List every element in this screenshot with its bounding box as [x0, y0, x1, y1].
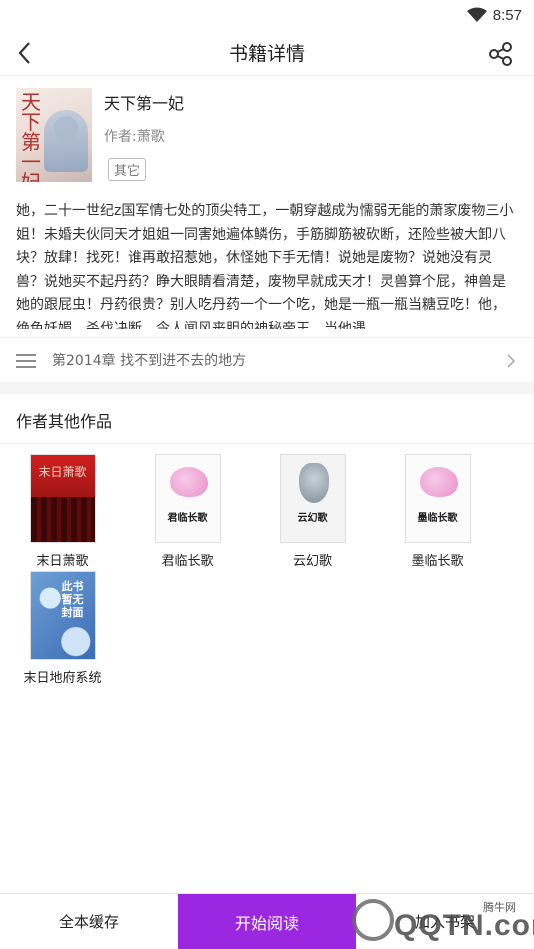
status-time: 8:57: [492, 6, 522, 24]
chevron-right-icon: [506, 353, 516, 369]
cover-illustration: [169, 467, 208, 497]
cover-illustration: [298, 463, 329, 503]
book-description[interactable]: 她，二十一世纪z国军情七处的顶尖特工，一朝穿越成为懦弱无能的萧家废物三小姐！未婚…: [0, 186, 534, 329]
book-info: 天下第一妃 天下第一妃 作者:萧歌 其它: [0, 76, 534, 186]
work-item[interactable]: 云幻歌 云幻歌: [266, 454, 359, 571]
bottom-action-bar: 全本缓存 开始阅读 加入书架: [0, 893, 534, 949]
section-divider: [0, 382, 534, 394]
download-all-button[interactable]: 全本缓存: [0, 894, 178, 949]
work-name: 末日地府系统: [23, 671, 102, 686]
work-cover: 墨临长歌: [404, 454, 471, 543]
work-name: 墨临长歌: [411, 554, 464, 569]
book-author[interactable]: 作者:萧歌: [104, 126, 184, 146]
menu-icon: [16, 353, 36, 368]
work-cover-text: 云幻歌: [297, 513, 328, 524]
header: 书籍详情: [0, 30, 534, 76]
back-icon[interactable]: [14, 39, 38, 67]
book-tag[interactable]: 其它: [108, 158, 147, 181]
work-name: 君临长歌: [161, 554, 214, 569]
work-cover-text: 此书暂无封面: [61, 580, 84, 619]
cover-illustration: [419, 467, 458, 497]
work-cover: 云幻歌: [279, 454, 346, 543]
work-cover: 此书暂无封面: [29, 571, 96, 660]
work-cover: 末日萧歌: [29, 454, 96, 543]
cover-title: 天下第一妃: [21, 90, 41, 182]
section-title-other-works: 作者其他作品: [0, 394, 534, 444]
work-item[interactable]: 君临长歌 君临长歌: [141, 454, 234, 571]
latest-chapter-row[interactable]: 第2014章 找不到进不去的地方: [0, 337, 534, 382]
work-item[interactable]: 此书暂无封面 末日地府系统: [16, 571, 109, 688]
work-name: 末日萧歌: [36, 554, 89, 569]
wifi-icon: [466, 7, 487, 23]
work-cover-text: 末日萧歌: [38, 465, 87, 479]
book-title: 天下第一妃: [104, 94, 185, 113]
work-cover-text: 君临长歌: [167, 513, 208, 524]
add-to-bookshelf-button[interactable]: 加入书架: [356, 894, 534, 949]
book-cover: 天下第一妃: [16, 88, 92, 182]
work-cover-text: 墨临长歌: [417, 513, 458, 524]
latest-chapter-label: 第2014章 找不到进不去的地方: [52, 353, 247, 369]
status-bar: 8:57: [0, 0, 534, 30]
book-meta: 天下第一妃 作者:萧歌 其它: [104, 88, 184, 186]
other-works-grid: 末日萧歌 末日萧歌 君临长歌 君临长歌 云幻歌 云幻歌 墨临长歌 墨临长歌 此书…: [0, 444, 534, 688]
work-cover: 君临长歌: [154, 454, 221, 543]
cover-illustration: [44, 110, 88, 172]
work-item[interactable]: 末日萧歌 末日萧歌: [16, 454, 109, 571]
start-reading-button[interactable]: 开始阅读: [178, 894, 356, 949]
work-item[interactable]: 墨临长歌 墨临长歌: [391, 454, 484, 571]
page-title: 书籍详情: [228, 43, 305, 65]
work-name: 云幻歌: [292, 554, 332, 569]
share-icon[interactable]: [488, 41, 514, 67]
cover-illustration: [30, 497, 95, 542]
